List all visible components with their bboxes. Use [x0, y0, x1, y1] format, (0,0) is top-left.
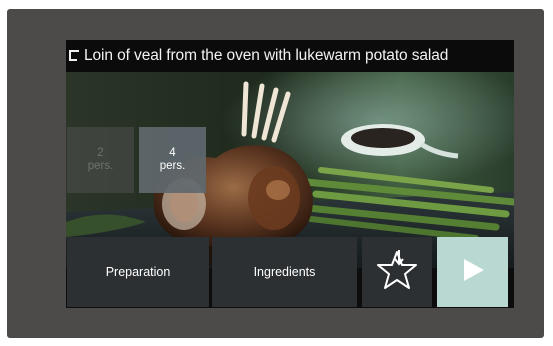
back-icon[interactable]: [68, 48, 82, 64]
preparation-tab[interactable]: Preparation: [67, 237, 209, 307]
bottom-action-bar: Preparation Ingredients: [66, 236, 514, 308]
play-icon: [460, 257, 486, 288]
device-bezel: Loin of veal from the oven with lukewarm…: [7, 9, 544, 338]
servings-4-number: 4: [169, 146, 176, 159]
servings-4-button[interactable]: 4 pers.: [139, 127, 206, 193]
servings-4-unit: pers.: [159, 160, 186, 172]
ingredients-label: Ingredients: [253, 265, 316, 279]
servings-2-unit: pers.: [87, 160, 114, 172]
ingredients-tab[interactable]: Ingredients: [212, 237, 357, 307]
servings-2-button[interactable]: 2 pers.: [67, 127, 134, 193]
add-favorite-button[interactable]: [362, 237, 432, 307]
title-bar: Loin of veal from the oven with lukewarm…: [66, 40, 514, 72]
star-add-icon: [374, 247, 420, 298]
preparation-label: Preparation: [105, 265, 171, 279]
servings-2-number: 2: [97, 146, 104, 159]
touch-screen: Loin of veal from the oven with lukewarm…: [66, 40, 514, 308]
start-button[interactable]: [437, 237, 508, 307]
recipe-title: Loin of veal from the oven with lukewarm…: [84, 47, 449, 64]
